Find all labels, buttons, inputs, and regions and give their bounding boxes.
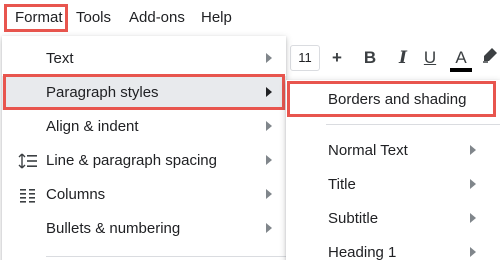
menu-item-bullets-numbering[interactable]: Bullets & numbering — [2, 212, 286, 246]
text-color-button[interactable]: A — [449, 46, 473, 70]
menubar: Format Tools Add-ons Help — [0, 0, 500, 36]
menu-item-label: Heading 1 — [328, 244, 397, 260]
submenu-arrow-icon — [470, 179, 476, 189]
menu-item-label: Columns — [46, 186, 106, 203]
menu-item-borders-and-shading[interactable]: Borders and shading — [286, 83, 500, 117]
menu-item-columns[interactable]: Columns — [2, 178, 286, 212]
italic-button[interactable]: I — [393, 46, 413, 70]
submenu-arrow-icon — [266, 223, 272, 233]
menu-item-label: Subtitle — [328, 210, 379, 227]
menu-add-ons[interactable]: Add-ons — [129, 4, 185, 32]
menu-item-label: Line & paragraph spacing — [46, 152, 217, 169]
menu-item-normal-text[interactable]: Normal Text — [286, 134, 500, 168]
submenu-arrow-icon — [470, 213, 476, 223]
line-spacing-icon — [18, 153, 37, 169]
menu-item-label: Align & indent — [46, 118, 139, 135]
submenu-arrow-icon — [266, 155, 272, 165]
menu-divider — [46, 256, 286, 257]
font-size-input[interactable]: 11 — [290, 45, 320, 71]
menu-item-text[interactable]: Text — [2, 42, 286, 76]
menu-item-heading-1[interactable]: Heading 1 — [286, 236, 500, 260]
menu-item-align-indent[interactable]: Align & indent — [2, 110, 286, 144]
increase-font-size-button[interactable]: + — [326, 46, 348, 70]
submenu-arrow-icon — [266, 87, 272, 97]
menu-item-label: Text — [46, 50, 74, 67]
submenu-arrow-icon — [266, 53, 272, 63]
menu-item-label: Bullets & numbering — [46, 220, 181, 237]
menu-item-label: Title — [328, 176, 356, 193]
menu-help[interactable]: Help — [201, 4, 232, 32]
menu-tools[interactable]: Tools — [76, 4, 111, 32]
menu-format[interactable]: Format — [4, 4, 68, 32]
format-menu: Text Paragraph styles Align & indent Lin… — [2, 36, 286, 260]
menu-item-label: Paragraph styles — [46, 84, 159, 101]
menu-item-title[interactable]: Title — [286, 168, 500, 202]
bold-button[interactable]: B — [360, 46, 380, 70]
submenu-arrow-icon — [266, 121, 272, 131]
underline-button[interactable]: U — [420, 46, 440, 70]
text-color-swatch — [450, 68, 472, 72]
paragraph-styles-submenu: Borders and shading Normal Text Title Su… — [286, 80, 500, 260]
menu-item-label: Borders and shading — [328, 91, 467, 108]
submenu-arrow-icon — [470, 247, 476, 257]
menu-divider — [326, 124, 500, 125]
columns-icon — [20, 189, 35, 203]
highlighter-pen-icon — [483, 48, 497, 63]
submenu-arrow-icon — [470, 145, 476, 155]
highlight-color-button[interactable] — [480, 46, 500, 70]
menu-item-subtitle[interactable]: Subtitle — [286, 202, 500, 236]
menu-item-label: Normal Text — [328, 142, 408, 159]
menu-item-paragraph-styles[interactable]: Paragraph styles — [2, 76, 286, 110]
menu-item-line-paragraph-spacing[interactable]: Line & paragraph spacing — [2, 144, 286, 178]
submenu-arrow-icon — [266, 189, 272, 199]
